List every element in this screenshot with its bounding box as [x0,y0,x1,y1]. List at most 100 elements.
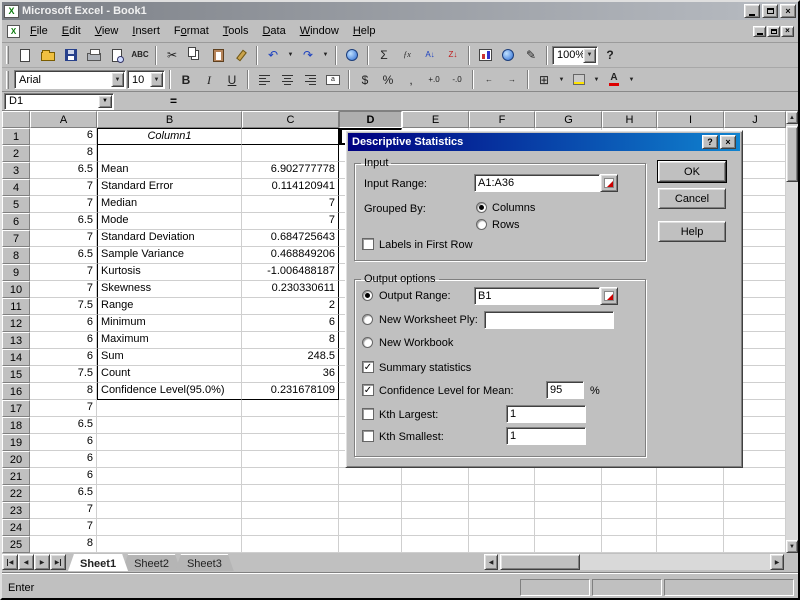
cell-B2[interactable] [97,145,242,162]
cell-B19[interactable] [97,434,242,451]
cell-A7[interactable]: 7 [30,230,97,247]
cell-D25[interactable] [339,536,402,553]
cell-J25[interactable] [724,536,786,553]
titlebar[interactable]: X Microsoft Excel - Book1 × [2,2,798,20]
cell-B23[interactable] [97,502,242,519]
labels-first-row-checkbox[interactable] [362,238,374,250]
cell-F24[interactable] [469,519,535,536]
cell-A15[interactable]: 7.5 [30,366,97,383]
cell-B12[interactable]: Minimum [97,315,242,332]
help-button[interactable]: ? [599,45,621,66]
cell-B24[interactable] [97,519,242,536]
column-header-F[interactable]: F [469,111,535,128]
row-header-18[interactable]: 18 [2,417,30,434]
menu-help[interactable]: Help [346,22,383,40]
print-button[interactable] [83,45,105,66]
zoom-combo[interactable]: 100%▼ [552,46,598,65]
cell-B6[interactable]: Mode [97,213,242,230]
cell-F22[interactable] [469,485,535,502]
menu-insert[interactable]: Insert [125,22,167,40]
equals-button[interactable]: = [166,94,181,108]
font-color-button[interactable]: A [603,69,625,90]
cell-A22[interactable]: 6.5 [30,485,97,502]
menu-tools[interactable]: Tools [216,22,256,40]
output-range-radio[interactable] [362,290,373,301]
cell-A12[interactable]: 6 [30,315,97,332]
cell-A5[interactable]: 7 [30,196,97,213]
cell-C23[interactable] [242,502,339,519]
column-header-I[interactable]: I [657,111,724,128]
summary-statistics-checkbox[interactable]: ✓ [362,361,374,373]
cell-C6[interactable]: 7 [242,213,339,230]
formula-input[interactable] [181,93,796,110]
row-header-23[interactable]: 23 [2,502,30,519]
paste-function-button[interactable]: ƒx [396,45,418,66]
menu-edit[interactable]: Edit [55,22,88,40]
workbook-close-button[interactable]: × [781,26,794,37]
menu-window[interactable]: Window [293,22,346,40]
dialog-context-help-button[interactable]: ? [702,135,718,149]
new-button[interactable] [14,45,36,66]
row-header-25[interactable]: 25 [2,536,30,553]
save-button[interactable] [60,45,82,66]
cell-D22[interactable] [339,485,402,502]
cell-J23[interactable] [724,502,786,519]
cell-C16[interactable]: 0.231678109 [242,383,339,400]
undo-button[interactable]: ↶ [262,45,284,66]
row-header-11[interactable]: 11 [2,298,30,315]
cell-B16[interactable]: Confidence Level(95.0%) [97,383,242,400]
scroll-up-button[interactable]: ▲ [786,111,798,124]
sort-ascending-button[interactable]: A↓ [419,45,441,66]
fill-color-button[interactable] [568,69,590,90]
cell-C8[interactable]: 0.468849206 [242,247,339,264]
row-header-24[interactable]: 24 [2,519,30,536]
spelling-button[interactable]: ABC [129,45,151,66]
drawing-button[interactable]: ✎ [520,45,542,66]
cell-C1[interactable] [242,128,339,145]
confidence-level-field[interactable] [546,381,584,399]
cell-B3[interactable]: Mean [97,162,242,179]
select-all-corner[interactable] [2,111,30,128]
cell-B4[interactable]: Standard Error [97,179,242,196]
cell-B22[interactable] [97,485,242,502]
merge-center-button[interactable]: a [322,69,344,90]
horizontal-scrollbar[interactable]: ◀ ▶ [484,554,784,570]
cell-C14[interactable]: 248.5 [242,349,339,366]
cell-B17[interactable] [97,400,242,417]
new-worksheet-ply-field[interactable] [484,311,614,329]
cell-A1[interactable]: 6 [30,128,97,145]
cell-D24[interactable] [339,519,402,536]
cell-C22[interactable] [242,485,339,502]
menu-format[interactable]: Format [167,22,216,40]
tab-sheet2[interactable]: Sheet2 [122,554,181,571]
cell-G21[interactable] [535,468,602,485]
cell-G25[interactable] [535,536,602,553]
input-range-field[interactable] [474,174,600,192]
close-button[interactable]: × [780,4,796,18]
kth-largest-field[interactable] [506,405,586,423]
cell-A16[interactable]: 8 [30,383,97,400]
first-sheet-button[interactable]: ◀ [2,554,18,570]
cell-A8[interactable]: 6.5 [30,247,97,264]
cell-C17[interactable] [242,400,339,417]
cell-C2[interactable] [242,145,339,162]
row-header-15[interactable]: 15 [2,366,30,383]
cell-C3[interactable]: 6.902777778 [242,162,339,179]
confidence-level-checkbox[interactable]: ✓ [362,384,374,396]
menu-view[interactable]: View [88,22,126,40]
format-painter-button[interactable] [230,45,252,66]
kth-smallest-checkbox[interactable] [362,430,374,442]
cell-B9[interactable]: Kurtosis [97,264,242,281]
cell-B7[interactable]: Standard Deviation [97,230,242,247]
name-box-dropdown[interactable]: ▼ [98,95,112,108]
cell-B20[interactable] [97,451,242,468]
decrease-indent-button[interactable]: ← [478,69,500,90]
cell-E22[interactable] [402,485,469,502]
comma-button[interactable]: , [400,69,422,90]
column-header-B[interactable]: B [97,111,242,128]
cell-F23[interactable] [469,502,535,519]
help-button[interactable]: Help [658,221,726,242]
vertical-scroll-track[interactable] [786,124,798,540]
cell-F25[interactable] [469,536,535,553]
menu-data[interactable]: Data [255,22,292,40]
